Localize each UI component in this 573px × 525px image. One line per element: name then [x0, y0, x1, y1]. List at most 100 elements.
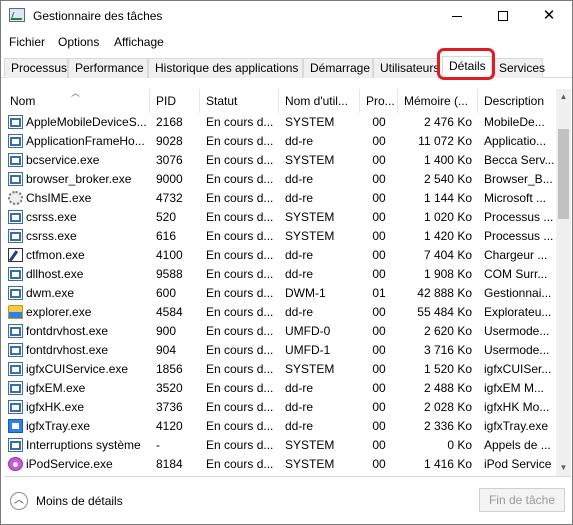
table-row[interactable]: igfxEM.exe 3520 En cours d... dd-re 00 2 488 … [4, 379, 556, 398]
cell-status: En cours d... [206, 324, 274, 338]
close-button[interactable]: ✕ [526, 1, 572, 31]
scroll-down-icon[interactable]: ▼ [556, 460, 571, 476]
table-row[interactable]: iPodService.exe 8184 En cours d... SYSTEM 00… [4, 455, 556, 474]
tab-services[interactable]: Services [492, 58, 545, 78]
tab-historique[interactable]: Historique des applications [148, 58, 303, 78]
tab-bar: Processus Performance Historique des app… [1, 56, 572, 79]
cell-cpu: 00 [372, 172, 386, 186]
tab-demarrage[interactable]: Démarrage [303, 58, 373, 78]
col-header-description[interactable]: Description [478, 89, 556, 113]
cell-name: bcservice.exe [26, 153, 100, 167]
cell-pid: 9028 [156, 134, 183, 148]
table-row[interactable]: ChsIME.exe 4732 En cours d... dd-re 00 1 144 … [4, 189, 556, 208]
table-row[interactable]: dwm.exe 600 En cours d... DWM-1 01 42 888 Ko G… [4, 284, 556, 303]
cell-user: SYSTEM [285, 229, 335, 243]
menu-fichier[interactable]: Fichier [9, 35, 45, 49]
tab-utilisateurs[interactable]: Utilisateurs [373, 58, 439, 78]
table-row[interactable]: csrss.exe 520 En cours d... SYSTEM 00 1 020 K… [4, 208, 556, 227]
cell-user: SYSTEM [285, 457, 335, 471]
cell-desc: COM Surr... [484, 267, 548, 281]
cell-user: SYSTEM [285, 362, 335, 376]
tab-processus[interactable]: Processus [4, 58, 68, 78]
col-header-user[interactable]: Nom d'util... [279, 89, 360, 113]
table-row[interactable]: igfxHK.exe 3736 En cours d... dd-re 00 2 028 … [4, 398, 556, 417]
cell-mem: 0 Ko [447, 438, 472, 452]
menu-options[interactable]: Options [58, 35, 99, 49]
col-header-name[interactable]: Nom [4, 89, 150, 113]
chevron-up-icon[interactable]: ︿ [10, 492, 28, 510]
tab-details[interactable]: Détails [442, 56, 492, 79]
col-header-memory[interactable]: Mémoire (... [398, 89, 478, 113]
cell-status: En cours d... [206, 286, 274, 300]
tab-performance[interactable]: Performance [68, 58, 148, 78]
scroll-up-icon[interactable]: ▲ [556, 89, 571, 105]
cell-pid: 600 [156, 286, 177, 300]
cell-mem: 1 416 Ko [423, 457, 472, 471]
table-row[interactable]: csrss.exe 616 En cours d... SYSTEM 00 1 420 K… [4, 227, 556, 246]
table-row[interactable]: Interruptions système - En cours d... SYSTE… [4, 436, 556, 455]
table-row[interactable]: fontdrvhost.exe 900 En cours d... UMFD-0 00 2… [4, 322, 556, 341]
col-header-cpu[interactable]: Pro... [360, 89, 398, 113]
table-row[interactable]: ApplicationFrameHo... 9028 En cours d... dd… [4, 132, 556, 151]
cell-name: igfxHK.exe [26, 400, 85, 414]
table-row[interactable]: bcservice.exe 3076 En cours d... SYSTEM 00 1 … [4, 151, 556, 170]
cell-user: SYSTEM [285, 115, 335, 129]
cell-mem: 42 888 Ko [417, 286, 472, 300]
cell-name: ChsIME.exe [26, 191, 92, 205]
table-row[interactable]: browser_broker.exe 9000 En cours d... dd-re… [4, 170, 556, 189]
table-row[interactable]: igfxCUIService.exe 1856 En cours d... SYSTE… [4, 360, 556, 379]
cell-mem: 1 420 Ko [423, 229, 472, 243]
cell-cpu: 00 [372, 229, 386, 243]
cell-name: explorer.exe [26, 305, 92, 319]
less-details-link[interactable]: Moins de détails [36, 494, 123, 508]
minimize-button[interactable] [434, 1, 480, 31]
cell-mem: 3 716 Ko [423, 343, 472, 357]
cell-status: En cours d... [206, 457, 274, 471]
cell-cpu: 00 [372, 419, 386, 433]
col-header-pid[interactable]: PID [150, 89, 200, 113]
cell-mem: 2 336 Ko [423, 419, 472, 433]
table-row[interactable]: fontdrvhost.exe 904 En cours d... UMFD-1 00 3… [4, 341, 556, 360]
cell-status: En cours d... [206, 210, 274, 224]
end-task-button[interactable]: Fin de tâche [479, 488, 565, 512]
cell-pid: 900 [156, 324, 177, 338]
cell-status: En cours d... [206, 229, 274, 243]
cell-status: En cours d... [206, 134, 274, 148]
cell-desc: Usermode... [484, 324, 550, 338]
cell-desc: Applicatio... [484, 134, 547, 148]
menu-affichage[interactable]: Affichage [114, 35, 164, 49]
vertical-scrollbar[interactable]: ▲ ▼ [556, 89, 571, 476]
cell-status: En cours d... [206, 438, 274, 452]
cell-name: dwm.exe [26, 286, 75, 300]
cell-desc: Chargeur ... [484, 248, 548, 262]
scrollbar-thumb[interactable] [558, 129, 569, 219]
cell-mem: 7 404 Ko [423, 248, 472, 262]
maximize-button[interactable] [480, 1, 526, 31]
cell-cpu: 00 [372, 438, 386, 452]
cell-name: igfxTray.exe [26, 419, 91, 433]
table-row[interactable]: igfxTray.exe 4120 En cours d... dd-re 00 2 33… [4, 417, 556, 436]
table-row[interactable]: dllhost.exe 9588 En cours d... dd-re 00 1 908… [4, 265, 556, 284]
table-row[interactable]: explorer.exe 4584 En cours d... dd-re 00 55 4… [4, 303, 556, 322]
table-row[interactable]: ctfmon.exe 4100 En cours d... dd-re 00 7 404 … [4, 246, 556, 265]
cell-mem: 1 400 Ko [423, 153, 472, 167]
cell-cpu: 00 [372, 362, 386, 376]
cell-pid: 3520 [156, 381, 183, 395]
cell-user: dd-re [285, 400, 314, 414]
cell-pid: 4100 [156, 248, 183, 262]
cell-desc: Explorateu... [484, 305, 552, 319]
cell-name: csrss.exe [26, 229, 77, 243]
cell-user: dd-re [285, 305, 314, 319]
cell-pid: 2168 [156, 115, 183, 129]
cell-user: SYSTEM [285, 153, 335, 167]
table-row[interactable]: AppleMobileDeviceS... 2168 En cours d... SY… [4, 113, 556, 132]
footer: ︿ Moins de détails Fin de tâche [1, 479, 572, 525]
cell-cpu: 00 [372, 153, 386, 167]
cell-cpu: 00 [372, 457, 386, 471]
minimize-icon [452, 15, 462, 17]
cell-status: En cours d... [206, 172, 274, 186]
cell-desc: Processus ... [484, 229, 554, 243]
cell-pid: 520 [156, 210, 177, 224]
cell-cpu: 00 [372, 248, 386, 262]
col-header-status[interactable]: Statut [200, 89, 279, 113]
